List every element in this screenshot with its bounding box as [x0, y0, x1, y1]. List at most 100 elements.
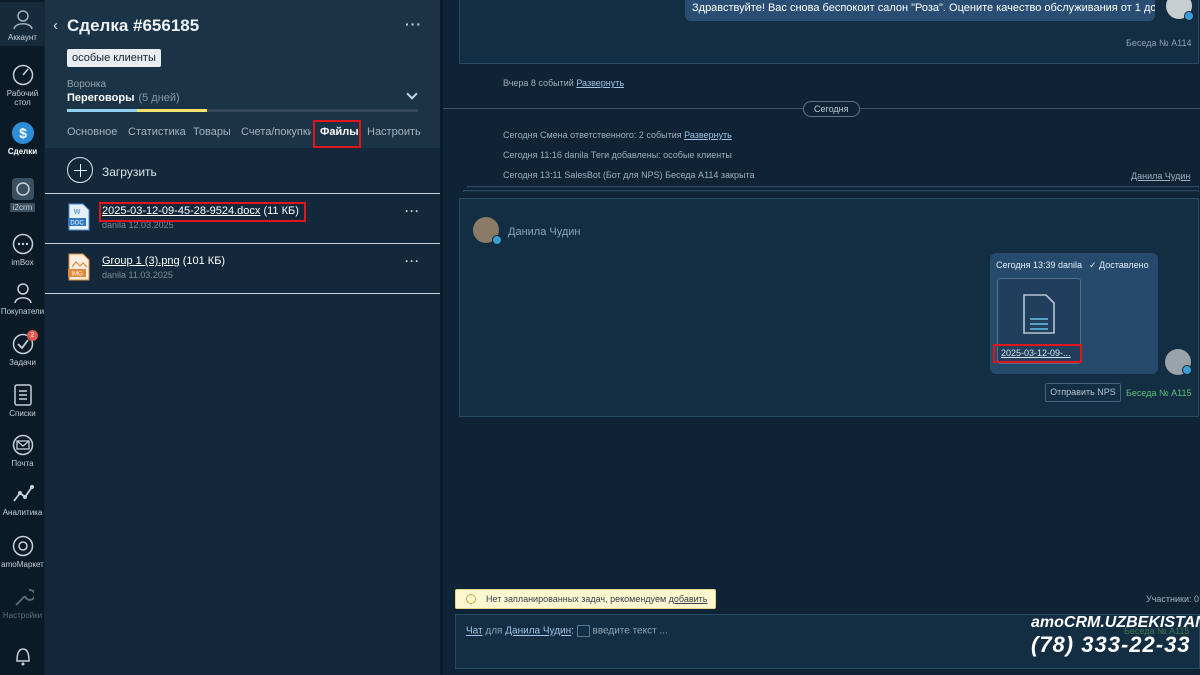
expand-link[interactable]: Развернуть [576, 78, 624, 88]
prev-chat-card: Здравствуйте! Вас снова беспокоит салон … [459, 0, 1199, 64]
stage-days: (5 дней) [138, 92, 180, 104]
stage-name: Переговоры [67, 92, 135, 104]
deal-menu-icon[interactable]: ··· [405, 16, 422, 32]
deal-header: ‹ Сделка #656185 ··· особые клиенты Воро… [45, 0, 440, 148]
nav-label-imbox: imBox [11, 258, 34, 267]
deal-panel: ‹ Сделка #656185 ··· особые клиенты Воро… [45, 0, 440, 675]
brand-watermark: amoCRM.UZBEKISTAN (78) 333-22-33 [1031, 614, 1200, 658]
deals-icon: $ [11, 122, 34, 144]
participants[interactable]: Участники: 0 [1146, 594, 1199, 604]
document-icon [1023, 294, 1055, 334]
prev-chat-label: Беседа № А114 [1126, 38, 1192, 48]
brand-phone: (78) 333-22-33 [1031, 632, 1191, 657]
contact-name[interactable]: Данила Чудин [508, 226, 580, 238]
file-link-highlight [993, 344, 1082, 363]
nav-lists[interactable]: Списки [0, 384, 45, 418]
lists-icon [13, 384, 32, 406]
nav-settings[interactable]: Настройки [0, 586, 45, 620]
nav-analytics[interactable]: Аналитика [0, 483, 45, 517]
expand-link[interactable]: Развернуть [684, 130, 732, 140]
tab-settings[interactable]: Настроить [367, 126, 421, 138]
event-responsible: Сегодня Смена ответственного: 2 события … [503, 130, 732, 140]
svg-text:$: $ [19, 125, 27, 141]
nav-mail[interactable]: Почта [0, 434, 45, 468]
brand-name: amoCRM.UZBEKISTAN [1031, 614, 1200, 631]
prev-message-bubble: Здравствуйте! Вас снова беспокоит салон … [685, 0, 1155, 21]
file-row[interactable]: IMG Group 1 (3).png (101 КБ) danila 11.0… [45, 244, 440, 294]
file-name-text[interactable]: Group 1 (3).png [102, 255, 180, 267]
upload-row[interactable]: Загрузить [45, 148, 440, 194]
composer-contact[interactable]: Данила Чудин [505, 626, 571, 637]
deal-tag[interactable]: особые клиенты [67, 49, 161, 67]
yesterday-events-text: Вчера 8 событий [503, 78, 574, 88]
contact-dropdown-icon[interactable] [576, 625, 590, 637]
files-tab-highlight [313, 120, 361, 148]
nav-account[interactable]: Аккаунт [0, 2, 45, 46]
event-salesbot: Сегодня 13:11 SalesBot (Бот для NPS) Бес… [503, 170, 755, 180]
nav-label-dashboard: Рабочий стол [6, 89, 39, 107]
nav-i2crm[interactable]: i2crm [0, 178, 45, 212]
image-file-icon: IMG [68, 253, 90, 281]
plus-icon[interactable] [67, 157, 93, 183]
market-icon [12, 535, 33, 557]
tab-products[interactable]: Товары [193, 126, 231, 138]
event-author-link[interactable]: Данила Чудин [1131, 171, 1190, 181]
svg-text:W: W [74, 209, 81, 216]
file-name[interactable]: Group 1 (3).png (101 КБ) [102, 255, 225, 267]
upload-label: Загрузить [102, 165, 157, 179]
file-row[interactable]: DOC W 2025-03-12-09-45-28-9524.docx (11 К… [45, 194, 440, 244]
nav-label-lists: Списки [9, 409, 36, 418]
doc-file-icon: DOC W [68, 203, 90, 231]
nav-label-analytics: Аналитика [2, 508, 43, 517]
add-task-link[interactable]: добавить [669, 594, 708, 604]
funnel-stage[interactable]: Переговоры (5 дней) [67, 92, 180, 104]
nav-notifications[interactable] [0, 645, 45, 670]
file-type-label: DOC [70, 221, 84, 227]
send-nps-button[interactable]: Отправить NPS [1045, 383, 1121, 402]
file-menu-icon[interactable]: ··· [405, 204, 420, 218]
deal-title: Сделка #656185 [67, 16, 200, 35]
analytics-icon [12, 485, 34, 502]
warning-text: Нет запланированных задач, рекомендуем [486, 594, 669, 604]
tasks-badge: 2 [27, 330, 38, 341]
card-stack-line [463, 190, 1199, 192]
composer-placeholder[interactable]: введите текст ... [593, 626, 668, 637]
tab-stats[interactable]: Статистика [128, 126, 186, 138]
nav-dashboard[interactable]: Рабочий стол [0, 64, 45, 107]
tab-invoices[interactable]: Счета/покупки [241, 126, 311, 138]
composer-chat-type[interactable]: Чат [466, 626, 483, 637]
file-date: 11.03.2025 [128, 270, 173, 280]
settings-icon [14, 589, 34, 606]
feed-panel: Здравствуйте! Вас снова беспокоит салон … [443, 0, 1200, 675]
nav-customers[interactable]: Покупатели [0, 282, 45, 316]
mail-icon [12, 434, 33, 456]
nav-label-i2crm: i2crm [9, 203, 36, 212]
today-pill: Сегодня [803, 101, 860, 117]
file-menu-icon[interactable]: ··· [405, 254, 420, 268]
tab-main[interactable]: Основное [67, 126, 117, 138]
chat-label[interactable]: Беседа № А115 [1126, 388, 1191, 398]
nav-label-settings: Настройки [2, 611, 43, 620]
dashboard-icon [12, 64, 33, 86]
chat-icon [12, 233, 33, 255]
nav-deals[interactable]: $ Сделки [0, 122, 45, 156]
nav-imbox[interactable]: imBox [0, 233, 45, 267]
main-nav: Аккаунт Рабочий стол $ Сделки i2crm imBo… [0, 0, 45, 675]
telegram-icon [1182, 365, 1192, 375]
event-responsible-text: Сегодня Смена ответственного: 2 события [503, 130, 682, 140]
file-message-bubble: Сегодня 13:39 danila ✓ Доставлено 2025-0… [990, 253, 1158, 374]
nav-market[interactable]: amoМаркет [0, 535, 45, 569]
telegram-icon [492, 235, 502, 245]
nav-tasks[interactable]: 2 Задачи [0, 330, 45, 367]
nav-label-mail: Почта [11, 459, 34, 468]
nav-label-tasks: Задачи [9, 358, 36, 367]
telegram-icon [1184, 11, 1194, 21]
back-arrow-icon[interactable]: ‹ [53, 17, 58, 34]
delivered-status: ✓ Доставлено [1089, 260, 1149, 270]
chevron-down-icon[interactable] [406, 88, 418, 100]
account-icon [12, 10, 33, 30]
composer-header: Чат для Данила Чудин: введите текст ... [466, 625, 668, 637]
stage-progress [67, 109, 418, 112]
clock-icon [466, 594, 476, 604]
file-meta: danila 11.03.2025 [102, 270, 173, 280]
